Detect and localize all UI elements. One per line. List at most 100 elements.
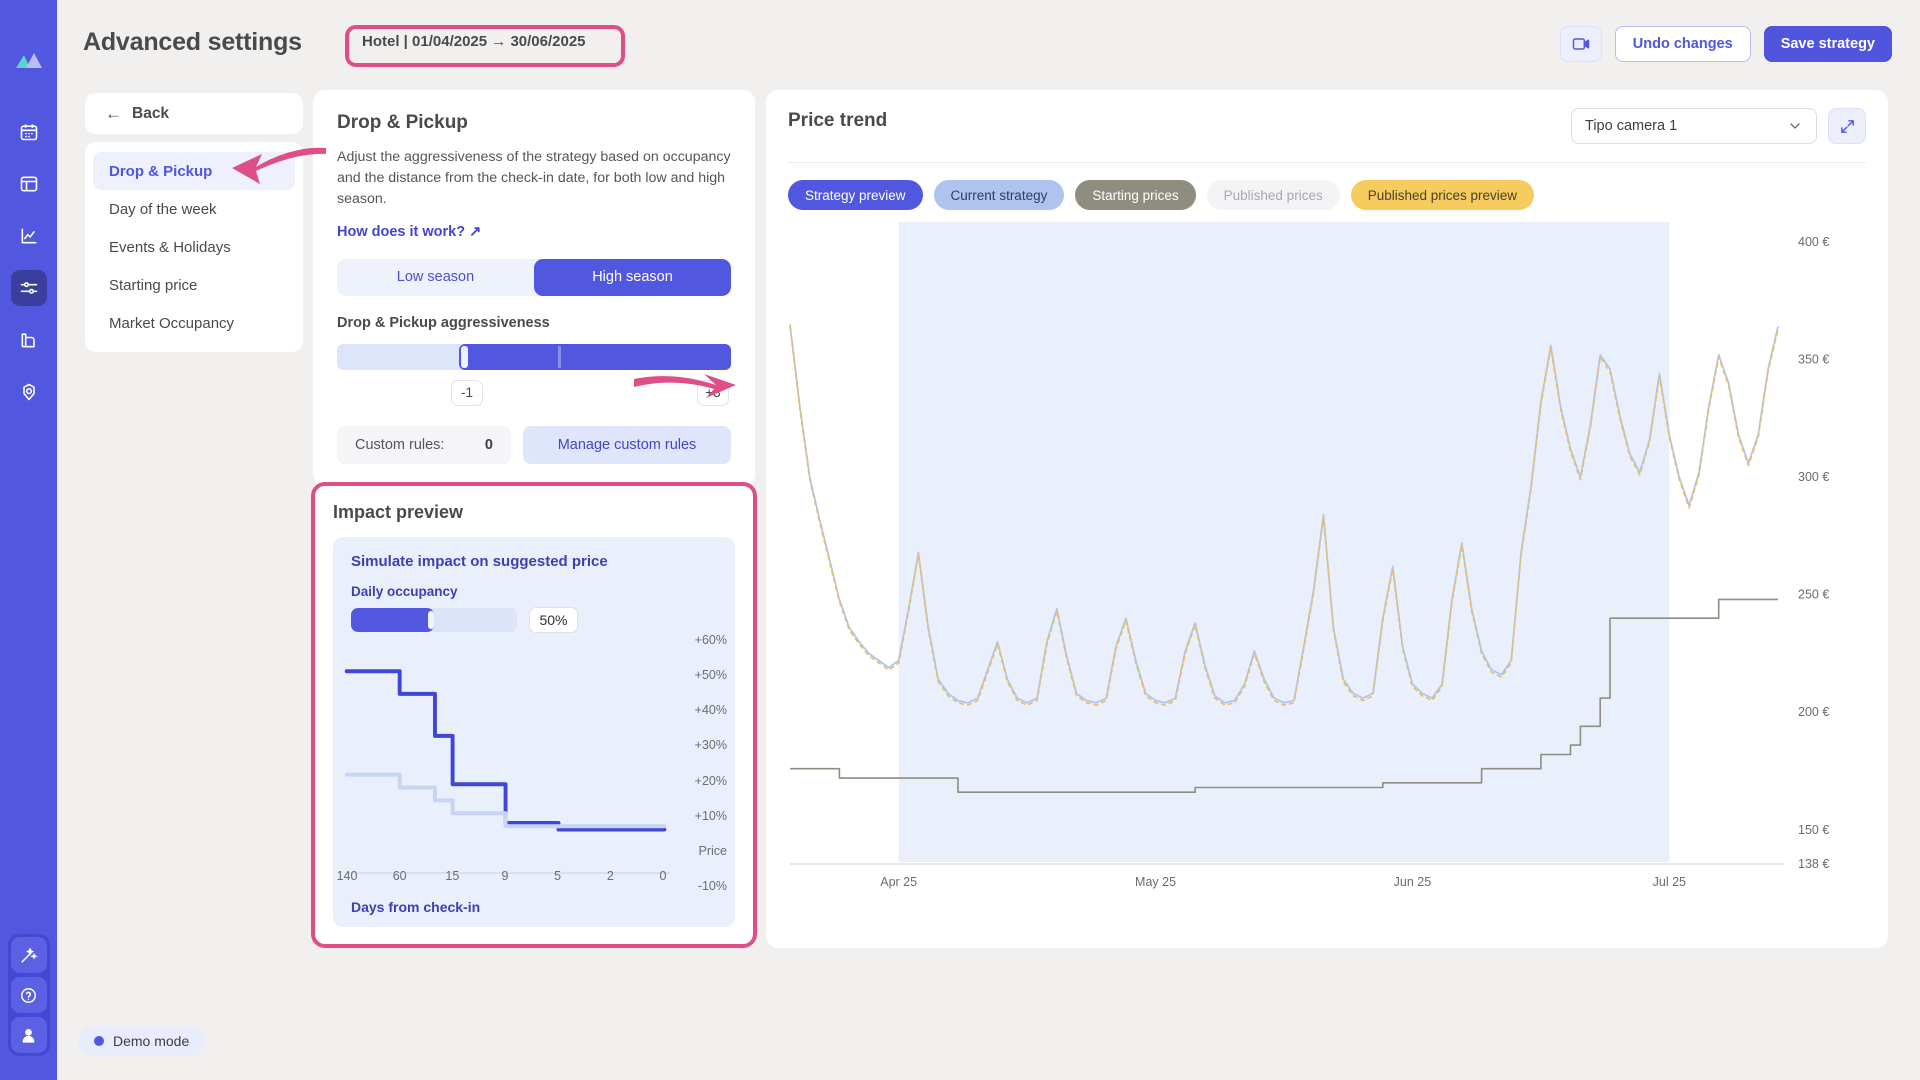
impact-y-tick: +50%	[694, 668, 727, 683]
nav-label: Starting price	[109, 276, 198, 294]
rail-bottom-group	[7, 934, 50, 1056]
price-trend-highlight-band	[898, 222, 1670, 862]
impact-x-tick: 60	[392, 869, 407, 883]
nav-label: Day of the week	[109, 200, 217, 218]
impact-chart-x-title: Days from check-in	[351, 899, 481, 915]
settings-nav-list: Drop & Pickup Day of the week Events & H…	[85, 142, 303, 352]
sidebar-item-starting-price[interactable]: Starting price	[93, 266, 295, 304]
daily-occupancy-value: 50%	[529, 607, 578, 633]
dashboard-icon[interactable]	[11, 166, 47, 202]
high-season-tab[interactable]: High season	[534, 258, 731, 296]
how-does-it-work-link[interactable]: How does it work? ↗	[337, 224, 481, 240]
price-trend-y-tick: 200 €	[1798, 705, 1829, 719]
aggressiveness-slider-fill	[459, 343, 731, 370]
price-trend-header-actions: Tipo camera 1	[1571, 108, 1866, 144]
chevron-down-icon	[1790, 123, 1800, 129]
price-trend-y-tick: 150 €	[1798, 823, 1829, 837]
custom-rules-count-box: Custom rules: 0	[337, 425, 511, 464]
user-icon[interactable]	[10, 1017, 47, 1053]
price-trend-y-tick: 250 €	[1798, 588, 1829, 602]
impact-x-tick: 0	[659, 869, 667, 883]
price-trend-card: Price trend Tipo camera 1 Strategy previ…	[766, 90, 1888, 948]
page-title: Advanced settings	[83, 28, 302, 56]
price-trend-x-tick: May 25	[1135, 875, 1176, 889]
sidebar-item-events-holidays[interactable]: Events & Holidays	[93, 228, 295, 266]
daily-occupancy-label: Daily occupancy	[351, 584, 458, 599]
video-icon[interactable]	[1559, 26, 1602, 62]
save-strategy-button[interactable]: Save strategy	[1763, 26, 1892, 62]
daily-occupancy-slider-fill	[351, 608, 434, 632]
custom-rules-row: Custom rules: 0 Manage custom rules	[337, 425, 731, 464]
custom-rules-label: Custom rules:	[355, 436, 445, 453]
hotel-date-range-label: Hotel | 01/04/2025 → 30/06/2025	[362, 33, 586, 50]
impact-preview-title: Impact preview	[333, 502, 464, 522]
aggressiveness-label: Drop & Pickup aggressiveness	[337, 314, 550, 331]
impact-y-tick: +40%	[694, 703, 727, 718]
calendar-icon[interactable]	[11, 114, 47, 150]
hotel-date-range[interactable]: Hotel | 01/04/2025 → 30/06/2025	[349, 27, 598, 57]
price-trend-y-tick: 350 €	[1798, 353, 1829, 367]
header-actions: Undo changes Save strategy	[1559, 26, 1892, 62]
aggressiveness-max-value[interactable]: +3	[697, 379, 729, 406]
demo-mode-dot	[94, 1036, 104, 1046]
impact-x-tick: 9	[501, 869, 509, 883]
drop-pickup-title: Drop & Pickup	[337, 112, 468, 133]
tab-published-prices-preview[interactable]: Published prices preview	[1350, 180, 1535, 210]
low-season-tab[interactable]: Low season	[337, 259, 534, 296]
demo-mode-badge[interactable]: Demo mode	[78, 1026, 206, 1056]
impact-x-tick: 140	[336, 869, 358, 883]
back-label: Back	[132, 104, 170, 122]
simulate-impact-title: Simulate impact on suggested price	[351, 553, 608, 570]
impact-preview-card: Impact preview Simulate impact on sugges…	[311, 482, 757, 948]
impact-y-tick: Price	[698, 843, 727, 858]
daily-occupancy-slider-handle[interactable]	[428, 611, 435, 629]
price-trend-tabs: Strategy preview Current strategy Starti…	[788, 180, 1535, 210]
impact-x-tick: 2	[606, 869, 614, 883]
demo-mode-label: Demo mode	[113, 1033, 190, 1049]
impact-y-tick: +10%	[694, 808, 727, 823]
price-trend-y-tick: 300 €	[1798, 470, 1829, 484]
tab-starting-prices[interactable]: Starting prices	[1075, 180, 1196, 210]
tab-published-prices[interactable]: Published prices	[1206, 180, 1340, 210]
impact-y-tick: +20%	[694, 773, 727, 788]
impact-chart-y-axis: +60% +50% +40% +30% +20% +10% Price -10%	[667, 633, 727, 893]
undo-changes-button[interactable]: Undo changes	[1614, 26, 1751, 62]
aggressiveness-slider-handle-left[interactable]	[460, 345, 468, 368]
analytics-icon[interactable]	[11, 218, 47, 254]
expand-icon	[1840, 119, 1854, 133]
settings-sliders-icon[interactable]	[10, 270, 47, 306]
expand-chart-button[interactable]	[1828, 108, 1866, 144]
building-icon[interactable]	[11, 322, 47, 358]
impact-chart-x-axis: 140 60 15 9 5 2 0	[337, 869, 667, 887]
page-header: Advanced settings Hotel | 01/04/2025 → 3…	[57, 0, 1920, 82]
impact-y-tick: +30%	[694, 738, 727, 753]
price-trend-x-tick: Jul 25	[1653, 875, 1686, 889]
magic-wand-icon[interactable]	[10, 937, 47, 973]
rail-nav-group	[10, 114, 47, 410]
gear-icon[interactable]	[11, 374, 47, 410]
back-button[interactable]: ← Back	[85, 93, 303, 134]
aggressiveness-slider[interactable]	[337, 343, 731, 370]
sidebar-item-drop-pickup[interactable]: Drop & Pickup	[93, 152, 295, 190]
room-type-select[interactable]: Tipo camera 1	[1571, 108, 1817, 144]
price-trend-x-tick: Jun 25	[1394, 875, 1432, 889]
manage-custom-rules-button[interactable]: Manage custom rules	[523, 425, 731, 464]
sidebar-item-market-occupancy[interactable]: Market Occupancy	[93, 304, 295, 342]
daily-occupancy-slider[interactable]	[351, 608, 517, 632]
aggressiveness-slider-tick	[557, 345, 561, 368]
arrow-left-icon: ←	[105, 104, 122, 123]
tab-strategy-preview[interactable]: Strategy preview	[788, 180, 923, 210]
aggressiveness-min-value[interactable]: -1	[451, 379, 483, 406]
divider	[788, 162, 1866, 163]
tab-current-strategy[interactable]: Current strategy	[933, 180, 1065, 210]
sidebar-item-day-of-week[interactable]: Day of the week	[93, 190, 295, 228]
daily-occupancy-row: 50%	[351, 607, 717, 633]
drop-pickup-card: Drop & Pickup Adjust the aggressiveness …	[313, 90, 755, 486]
nav-label: Events & Holidays	[109, 238, 231, 256]
impact-y-tick: -10%	[697, 879, 727, 893]
impact-series-high-aggressiveness	[344, 669, 667, 832]
mountain-logo	[14, 46, 44, 76]
season-toggle: Low season High season	[337, 258, 731, 296]
help-icon[interactable]	[10, 977, 47, 1013]
price-trend-chart: 400 € 350 € 300 € 250 € 200 € 150 € 138 € Apr 2…	[789, 222, 1829, 889]
